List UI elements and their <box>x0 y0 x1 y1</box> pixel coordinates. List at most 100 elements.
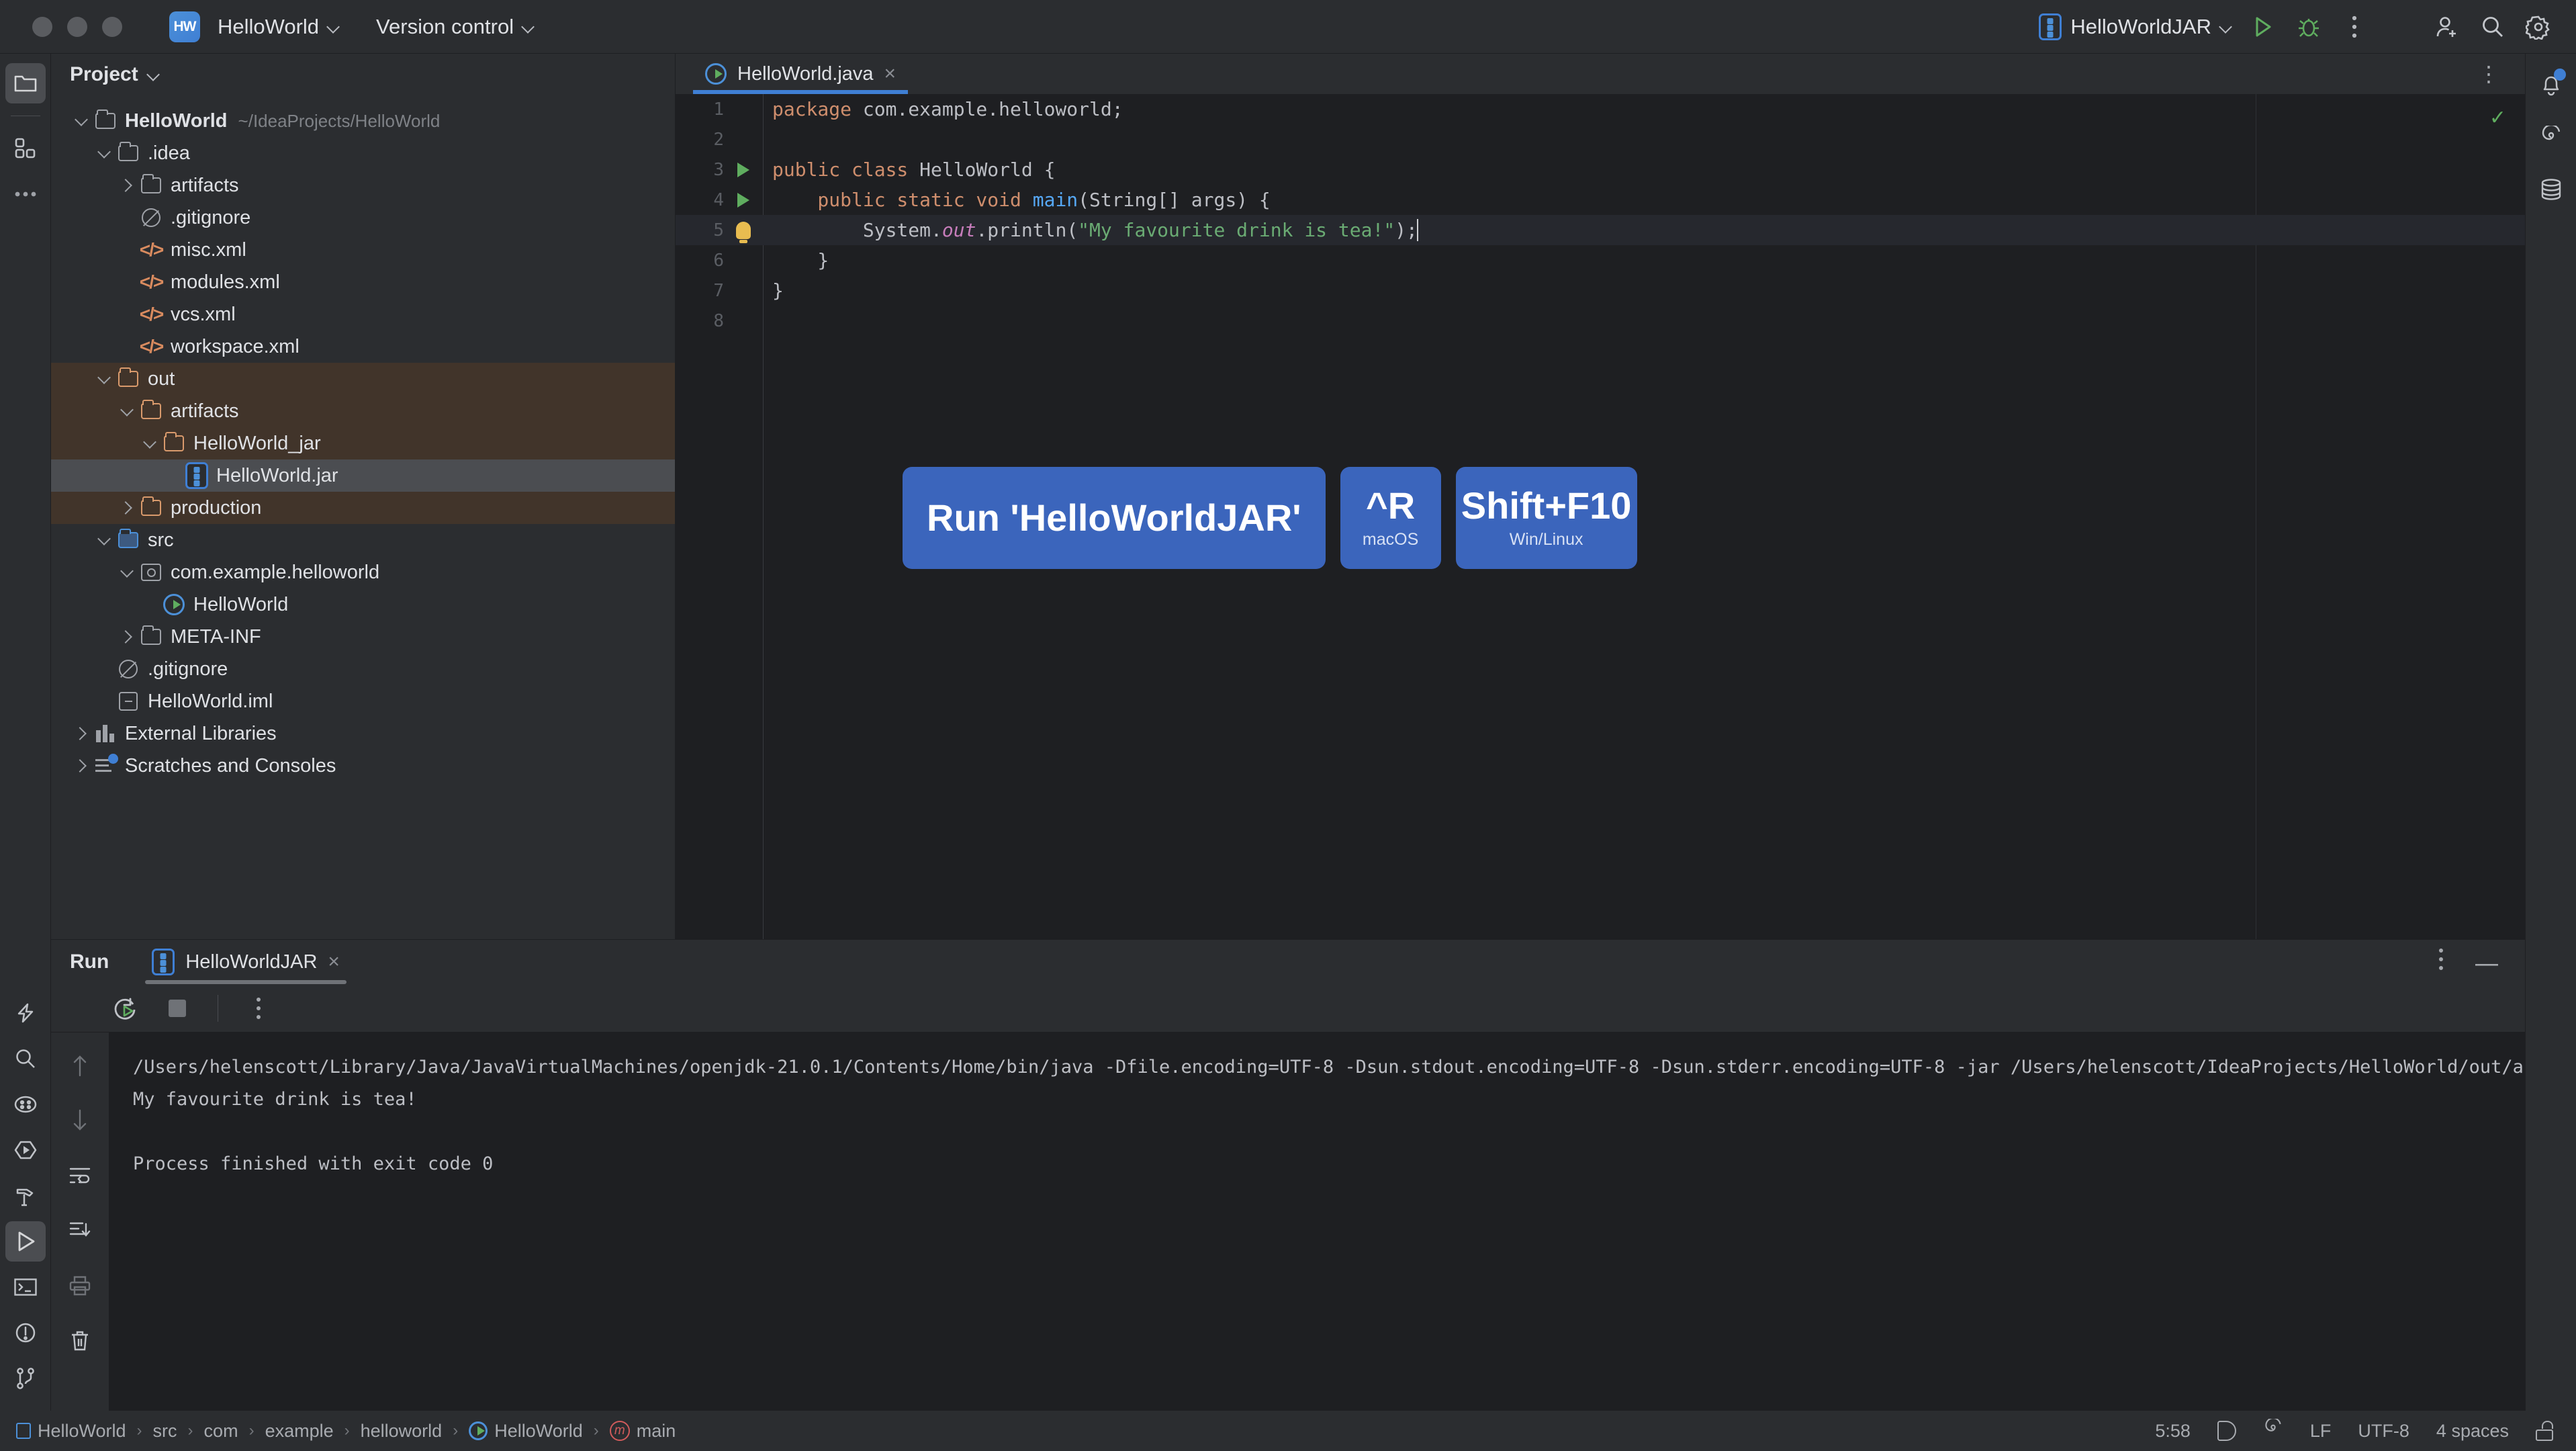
ai-assistant-icon[interactable] <box>5 993 46 1033</box>
close-window-button[interactable] <box>32 17 52 37</box>
tree-row[interactable]: artifacts <box>51 169 675 202</box>
account-icon[interactable] <box>2424 4 2470 50</box>
editor-tab-helloworld-java[interactable]: HelloWorld.java × <box>693 54 908 94</box>
code-line[interactable]: 5 System.out.println("My favourite drink… <box>676 215 2525 245</box>
run-icon[interactable] <box>2240 4 2286 50</box>
code-line[interactable]: 3public class HelloWorld { <box>676 155 2525 185</box>
tree-row[interactable]: External Libraries <box>51 717 675 750</box>
more-options-icon[interactable] <box>2332 4 2377 50</box>
chevron-down-icon[interactable] <box>148 69 160 81</box>
tree-row[interactable]: .gitignore <box>51 202 675 234</box>
code-line[interactable]: 4 public static void main(String[] args)… <box>676 185 2525 215</box>
rerun-icon[interactable] <box>109 992 141 1024</box>
soft-wrap-icon[interactable] <box>64 1160 95 1191</box>
tree-row[interactable]: HelloWorld_jar <box>51 427 675 459</box>
version-control-icon[interactable] <box>5 1358 46 1399</box>
chevron-down-icon[interactable] <box>117 570 137 576</box>
chevron-right-icon[interactable] <box>117 181 137 190</box>
indent-setting[interactable]: 4 spaces <box>2436 1421 2509 1442</box>
run-tool-window-icon[interactable] <box>5 1221 46 1262</box>
lock-icon[interactable] <box>2536 1421 2553 1441</box>
more-tool-windows-icon[interactable] <box>5 174 46 214</box>
code-line[interactable]: 1package com.example.helloworld; <box>676 94 2525 124</box>
tree-row[interactable]: out <box>51 363 675 395</box>
print-icon[interactable] <box>64 1270 95 1301</box>
intention-bulb-icon[interactable] <box>724 222 763 239</box>
chevron-right-icon[interactable] <box>117 632 137 642</box>
notifications-icon[interactable] <box>2531 64 2571 105</box>
version-control-dropdown[interactable]: Version control <box>368 11 543 43</box>
breadcrumb-item[interactable]: mmain <box>610 1421 676 1442</box>
run-gutter-icon[interactable] <box>724 193 763 208</box>
encoding[interactable]: UTF-8 <box>2358 1421 2409 1442</box>
breadcrumb-item[interactable]: HelloWorld <box>469 1421 583 1442</box>
tree-row[interactable]: </>workspace.xml <box>51 331 675 363</box>
breadcrumb-item[interactable]: src <box>153 1421 177 1442</box>
code-line[interactable]: 6 } <box>676 245 2525 275</box>
plugins-icon[interactable] <box>5 1084 46 1125</box>
scroll-to-end-icon[interactable] <box>64 1215 95 1246</box>
tree-row[interactable]: </>vcs.xml <box>51 298 675 331</box>
database-icon[interactable] <box>2531 169 2571 210</box>
search-everywhere-icon[interactable] <box>5 1039 46 1079</box>
breadcrumb-item[interactable]: HelloWorld <box>16 1421 126 1442</box>
close-icon[interactable]: × <box>328 952 340 972</box>
code-line[interactable]: 7} <box>676 275 2525 306</box>
chevron-down-icon[interactable] <box>140 441 160 447</box>
tree-row[interactable]: .idea <box>51 137 675 169</box>
project-name-dropdown[interactable]: HelloWorld <box>210 11 348 43</box>
debug-icon[interactable] <box>2286 4 2332 50</box>
settings-icon[interactable] <box>2516 4 2561 50</box>
commit-icon[interactable] <box>5 128 46 169</box>
chevron-down-icon[interactable] <box>94 537 114 543</box>
chevron-down-icon[interactable] <box>94 150 114 157</box>
tree-row[interactable]: HelloWorld.jar <box>51 459 675 492</box>
tree-row[interactable]: HelloWorld~/IdeaProjects/HelloWorld <box>51 105 675 137</box>
breadcrumb-item[interactable]: com <box>204 1421 238 1442</box>
tree-row[interactable]: HelloWorld.iml <box>51 685 675 717</box>
maximize-window-button[interactable] <box>102 17 122 37</box>
stop-icon[interactable] <box>161 992 193 1024</box>
chevron-right-icon[interactable] <box>71 729 91 738</box>
tree-row[interactable]: src <box>51 524 675 556</box>
code-line[interactable]: 2 <box>676 124 2525 155</box>
close-icon[interactable]: × <box>884 64 896 84</box>
run-gutter-icon[interactable] <box>724 163 763 177</box>
chevron-right-icon[interactable] <box>71 761 91 771</box>
memory-icon[interactable] <box>2217 1421 2236 1441</box>
editor-options-icon[interactable]: ⋮ <box>2478 61 2501 87</box>
tree-row[interactable]: production <box>51 492 675 524</box>
tree-row[interactable]: META-INF <box>51 621 675 653</box>
chevron-down-icon[interactable] <box>94 376 114 382</box>
build-icon[interactable] <box>5 1176 46 1216</box>
breadcrumb-item[interactable]: example <box>265 1421 334 1442</box>
run-anything-icon[interactable] <box>5 1130 46 1170</box>
console-output[interactable]: /Users/helenscott/Library/Java/JavaVirtu… <box>109 1032 2525 1411</box>
code-line[interactable]: 8 <box>676 306 2525 336</box>
tree-row[interactable]: </>modules.xml <box>51 266 675 298</box>
chevron-down-icon[interactable] <box>117 408 137 414</box>
minimize-icon[interactable] <box>2475 951 2498 973</box>
clear-all-icon[interactable] <box>64 1325 95 1356</box>
tree-row[interactable]: .gitignore <box>51 653 675 685</box>
project-icon[interactable] <box>5 63 46 103</box>
terminal-icon[interactable] <box>5 1267 46 1307</box>
tree-row[interactable]: com.example.helloworld <box>51 556 675 588</box>
line-separator[interactable]: LF <box>2310 1421 2332 1442</box>
more-options-icon[interactable] <box>2438 948 2444 976</box>
tree-row[interactable]: artifacts <box>51 395 675 427</box>
window-controls[interactable] <box>0 17 122 37</box>
run-tab-helloworldjar[interactable]: HelloWorldJAR × <box>142 940 349 984</box>
chevron-right-icon[interactable] <box>117 503 137 513</box>
breadcrumb-item[interactable]: helloworld <box>361 1421 443 1442</box>
project-panel-header[interactable]: Project <box>51 54 675 95</box>
breadcrumb[interactable]: HelloWorld›src›com›example›helloworld›He… <box>16 1421 676 1442</box>
code-canvas[interactable]: ✓ 1package com.example.helloworld;23publ… <box>676 94 2525 939</box>
spring-icon[interactable] <box>2263 1419 2283 1444</box>
run-configuration-selector[interactable]: HelloWorldJAR <box>2031 9 2240 44</box>
tree-row[interactable]: </>misc.xml <box>51 234 675 266</box>
minimize-window-button[interactable] <box>67 17 87 37</box>
problems-icon[interactable] <box>5 1313 46 1353</box>
tree-row[interactable]: Scratches and Consoles <box>51 750 675 782</box>
project-tree[interactable]: HelloWorld~/IdeaProjects/HelloWorld.idea… <box>51 95 675 939</box>
